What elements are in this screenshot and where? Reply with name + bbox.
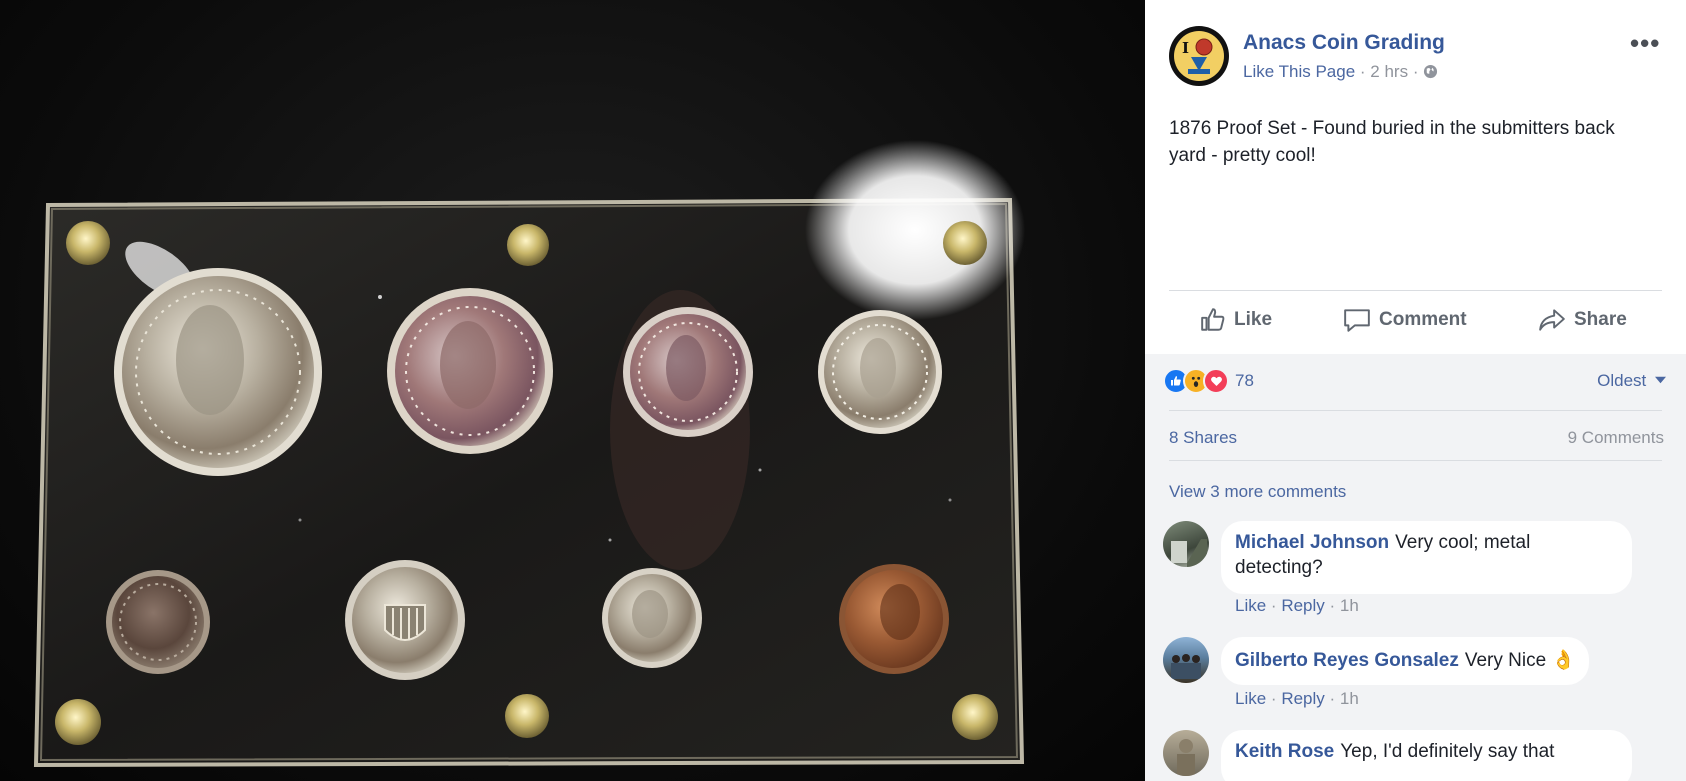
like-button[interactable]: Like [1200,304,1272,336]
reactions-summary[interactable]: 78 [1163,368,1254,394]
comment-bubble: Gilberto Reyes Gonsalez Very Nice 👌 [1221,637,1590,685]
proof-set-photo [33,140,1025,768]
anacs-logo-icon: I [1182,38,1213,74]
page-name-link[interactable]: Anacs Coin Grading [1243,31,1445,55]
coin-twenty-cent [818,310,942,434]
svg-text:I: I [1182,39,1189,57]
comment-text: Yep, I'd definitely say that [1340,741,1555,762]
avatar[interactable] [1163,637,1209,683]
comments-count-link[interactable]: 9 Comments [1568,428,1664,448]
caret-down-icon [1655,376,1666,384]
sort-label: Oldest [1597,371,1647,390]
comment-label: Comment [1379,309,1467,330]
comment-actions: Like · Reply · 1h [1235,596,1359,616]
divider [1169,410,1662,411]
love-reaction-icon [1203,368,1229,394]
reaction-count: 78 [1235,371,1254,390]
comment-button[interactable]: Comment [1343,304,1467,336]
page-avatar[interactable]: I [1169,26,1229,86]
meta-separator: · [1412,62,1424,81]
post-text: 1876 Proof Set - Found buried in the sub… [1169,118,1615,166]
post-time[interactable]: 2 hrs [1370,62,1408,81]
shares-count-link[interactable]: 8 Shares [1169,428,1237,448]
action-separator: · [1329,689,1340,708]
divider [1169,460,1662,461]
comment-bubble: Michael Johnson Very cool; metal detectin… [1221,521,1632,594]
comment-like-link[interactable]: Like [1235,689,1266,708]
comment-time[interactable]: 1h [1340,689,1359,708]
comment-text: Very Nice 👌 [1464,650,1576,671]
coin-half-dollar [387,288,553,454]
coin-three-cent [602,568,702,668]
divider [1169,290,1662,291]
comment-author[interactable]: Michael Johnson [1235,532,1389,553]
comment-icon [1344,309,1370,332]
coin-trade-dollar [114,268,322,476]
coin-quarter [623,307,753,437]
comment-author[interactable]: Keith Rose [1235,741,1334,762]
view-more-comments-link[interactable]: View 3 more comments [1169,482,1346,502]
post-panel: I Anacs Coin Grading Like This Page · 2 … [1145,0,1686,781]
coin-shield-nickel [345,560,465,680]
comment-time[interactable]: 1h [1340,596,1359,615]
more-options-icon[interactable]: ••• [1630,28,1660,58]
post-photo[interactable] [0,0,1145,781]
coin-indian-cent [839,564,949,674]
action-separator: · [1329,596,1340,615]
like-page-link[interactable]: Like This Page [1243,62,1355,81]
coin-dime [106,570,210,674]
comment-sort-dropdown[interactable]: Oldest [1597,371,1666,391]
post-meta: Like This Page · 2 hrs · [1243,62,1438,82]
comment-actions: Like · Reply · 1h [1235,689,1359,709]
comment-reply-link[interactable]: Reply [1281,596,1324,615]
comment-like-link[interactable]: Like [1235,596,1266,615]
comment-bubble: Keith Rose Yep, I'd definitely say that [1221,730,1632,781]
action-separator: · [1270,596,1282,615]
share-button[interactable]: Share [1538,304,1627,336]
like-label: Like [1234,309,1273,330]
comment-author[interactable]: Gilberto Reyes Gonsalez [1235,650,1459,671]
share-label: Share [1574,309,1627,330]
thumbs-up-icon [1201,308,1225,331]
share-arrow-icon [1539,309,1565,331]
action-separator: · [1270,689,1282,708]
globe-icon [1424,64,1438,79]
meta-separator: · [1359,62,1371,81]
comment-reply-link[interactable]: Reply [1281,689,1324,708]
avatar[interactable] [1163,730,1209,776]
avatar[interactable] [1163,521,1209,567]
